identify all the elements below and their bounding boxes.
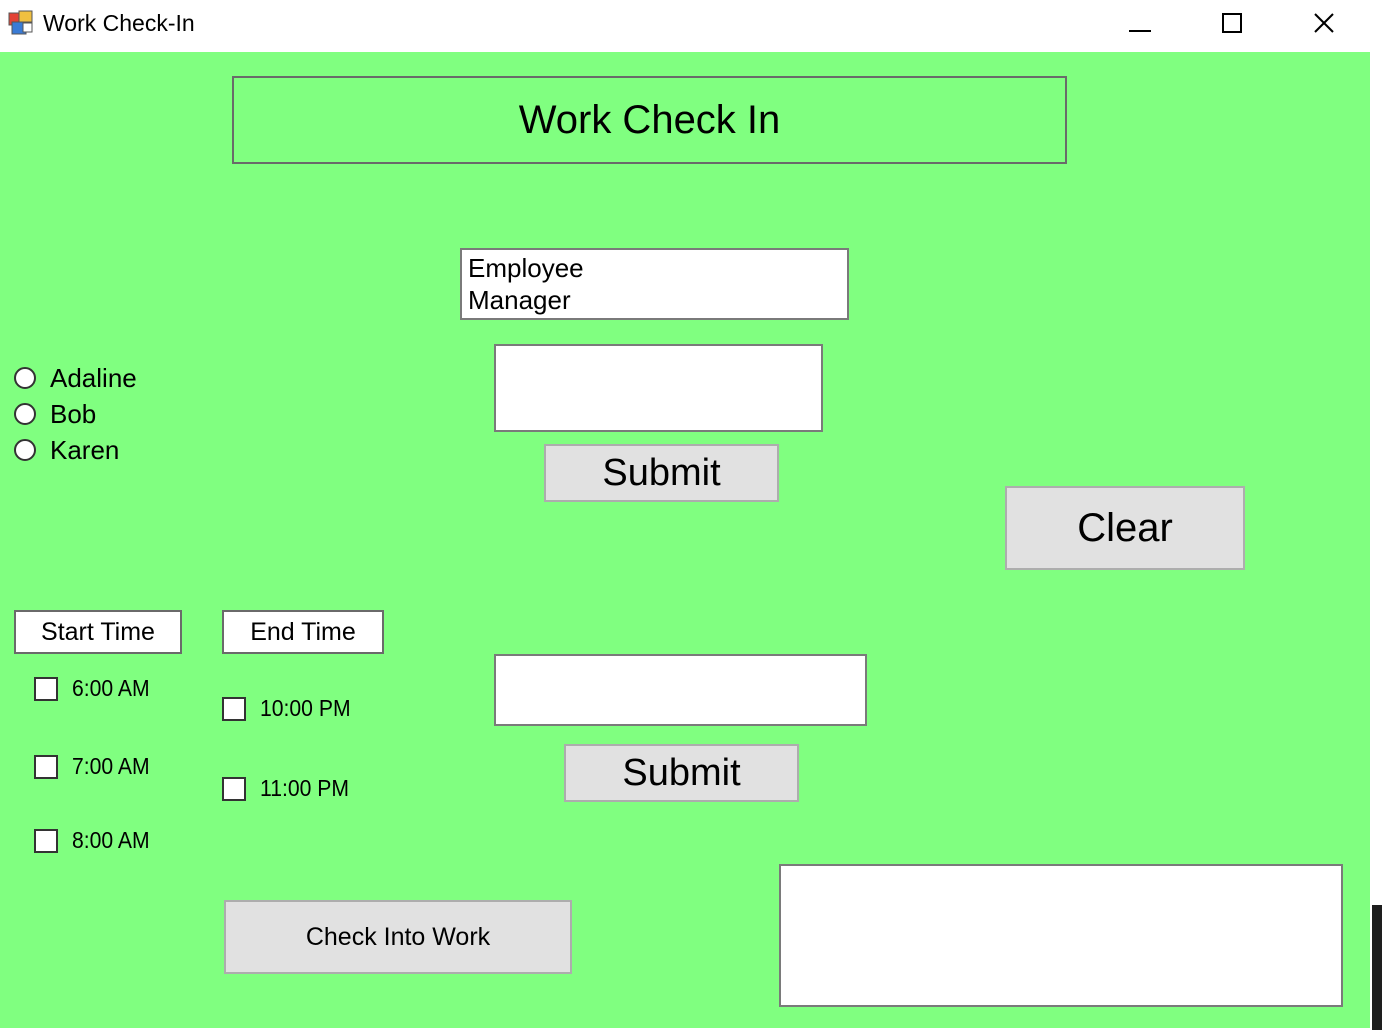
radio-label: Adaline (50, 362, 137, 393)
checkbox-label: 6:00 AM (72, 675, 150, 701)
radio-bob[interactable]: Bob (14, 396, 137, 432)
close-button[interactable] (1278, 0, 1370, 46)
title-bar: Work Check-In (0, 0, 1370, 52)
maximize-button[interactable] (1186, 0, 1278, 46)
checkbox-start-8am[interactable]: 8:00 AM (34, 827, 156, 854)
role-list-item-employee[interactable]: Employee (462, 252, 847, 284)
checkbox[interactable] (34, 754, 58, 779)
checkbox-start-7am[interactable]: 7:00 AM (34, 753, 156, 780)
radio-label: Bob (50, 398, 97, 429)
checkbox-end-11pm[interactable]: 11:00 PM (222, 775, 357, 802)
radio-button[interactable] (14, 403, 36, 425)
radio-adaline[interactable]: Adaline (14, 360, 137, 396)
time-input[interactable] (494, 654, 867, 726)
window-title: Work Check-In (43, 10, 195, 36)
checkbox-start-6am[interactable]: 6:00 AM (34, 675, 156, 702)
checkbox[interactable] (222, 696, 246, 721)
checkbox[interactable] (222, 776, 246, 801)
start-time-label: Start Time (14, 610, 182, 654)
minimize-button[interactable] (1094, 0, 1186, 46)
check-into-work-button[interactable]: Check Into Work (224, 900, 572, 974)
end-time-label: End Time (222, 610, 384, 654)
radio-button[interactable] (14, 367, 36, 389)
role-listbox[interactable]: Employee Manager (460, 248, 849, 320)
role-list-item-manager[interactable]: Manager (462, 284, 847, 316)
checkbox-end-10pm[interactable]: 10:00 PM (222, 695, 358, 722)
radio-karen[interactable]: Karen (14, 432, 137, 468)
maximize-icon (1222, 13, 1242, 33)
checkbox-label: 11:00 PM (260, 775, 350, 801)
employee-radio-group: Adaline Bob Karen (14, 360, 137, 468)
name-input[interactable] (494, 344, 823, 432)
radio-button[interactable] (14, 439, 36, 461)
app-icon (8, 10, 33, 35)
close-icon (1314, 13, 1334, 33)
submit-bottom-button[interactable]: Submit (564, 744, 799, 802)
background-window-edge (1372, 905, 1382, 1030)
submit-top-button[interactable]: Submit (544, 444, 779, 502)
minimize-icon (1129, 30, 1151, 32)
checkbox-label: 10:00 PM (260, 695, 351, 721)
window-edge (1370, 0, 1382, 1030)
clear-button[interactable]: Clear (1005, 486, 1245, 570)
radio-label: Karen (50, 434, 120, 465)
output-textbox[interactable] (779, 864, 1343, 1007)
checkbox[interactable] (34, 828, 58, 853)
checkbox[interactable] (34, 676, 58, 701)
checkbox-label: 8:00 AM (72, 827, 150, 853)
page-title: Work Check In (232, 76, 1067, 164)
form-client-area: Work Check In Employee Manager Submit Cl… (0, 52, 1370, 1028)
checkbox-label: 7:00 AM (72, 753, 150, 779)
